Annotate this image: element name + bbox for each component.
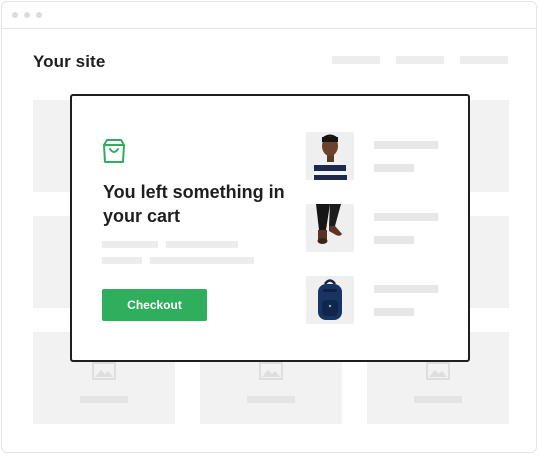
placeholder-line bbox=[247, 396, 295, 403]
sweater-product-image bbox=[306, 132, 354, 180]
text-placeholder-line bbox=[102, 257, 142, 264]
checkout-button[interactable]: Checkout bbox=[102, 289, 207, 321]
text-placeholder-line bbox=[102, 241, 158, 248]
image-placeholder-icon bbox=[92, 362, 116, 380]
shopping-bag-icon bbox=[103, 139, 125, 163]
window-chrome bbox=[2, 2, 536, 29]
pants-product-image bbox=[306, 204, 354, 252]
product-thumbnail[interactable] bbox=[306, 132, 354, 180]
text-placeholder-line bbox=[150, 257, 254, 264]
product-name-line bbox=[374, 213, 438, 221]
product-price-line bbox=[374, 236, 414, 244]
nav-link-placeholder[interactable] bbox=[460, 56, 508, 64]
nav-link-placeholder[interactable] bbox=[332, 56, 380, 64]
placeholder-tile bbox=[33, 216, 73, 308]
placeholder-tile bbox=[469, 100, 509, 192]
product-name-line bbox=[374, 141, 438, 149]
placeholder-tile bbox=[469, 216, 509, 308]
product-thumbnail[interactable] bbox=[306, 204, 354, 252]
site-title: Your site bbox=[33, 52, 106, 71]
backpack-product-image bbox=[306, 276, 354, 324]
product-price-line bbox=[374, 308, 414, 316]
placeholder-line bbox=[414, 396, 462, 403]
product-name-line bbox=[374, 285, 438, 293]
image-placeholder-icon bbox=[426, 362, 450, 380]
placeholder-tile bbox=[33, 100, 73, 192]
text-placeholder-line bbox=[166, 241, 238, 248]
modal-headline: You left something in your cart bbox=[103, 182, 285, 226]
window-dot bbox=[12, 12, 18, 18]
window-dot bbox=[24, 12, 30, 18]
nav-link-placeholder[interactable] bbox=[396, 56, 444, 64]
product-price-line bbox=[374, 164, 414, 172]
abandoned-cart-modal: You left something in your cart Checkout bbox=[70, 94, 470, 362]
window-dot bbox=[36, 12, 42, 18]
placeholder-line bbox=[80, 396, 128, 403]
image-placeholder-icon bbox=[259, 362, 283, 380]
product-thumbnail[interactable] bbox=[306, 276, 354, 324]
